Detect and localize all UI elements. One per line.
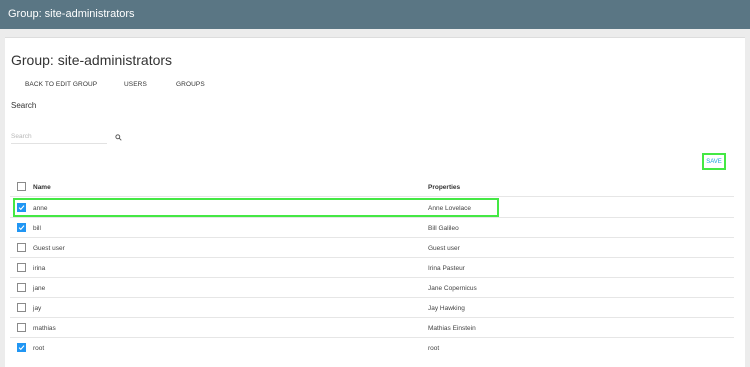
cell-name: Guest user — [33, 245, 65, 252]
row-checkbox-irina[interactable] — [17, 263, 26, 272]
cell-name: jay — [33, 305, 42, 312]
cell-name: mathias — [33, 325, 56, 332]
save-button[interactable]: SAVE — [702, 153, 726, 170]
back-to-edit-group-link[interactable]: BACK TO EDIT GROUP — [25, 81, 97, 88]
row-checkbox-root[interactable] — [17, 343, 26, 352]
cell-name: root — [33, 345, 45, 352]
cell-properties: Jay Hawking — [428, 305, 465, 312]
search-icon[interactable] — [115, 134, 122, 141]
row-divider — [10, 257, 734, 258]
row-divider — [10, 237, 734, 238]
select-all-checkbox[interactable] — [17, 182, 26, 191]
checkmark-icon — [18, 345, 25, 351]
row-checkbox-guest-user[interactable] — [17, 243, 26, 252]
tab-groups[interactable]: GROUPS — [176, 81, 205, 88]
cell-properties: Mathias Einstein — [428, 325, 476, 332]
checkmark-icon — [18, 205, 25, 211]
row-divider — [10, 297, 734, 298]
tab-users[interactable]: USERS — [124, 81, 147, 88]
cell-name: jane — [33, 285, 46, 292]
checkmark-icon — [18, 225, 25, 231]
row-divider — [10, 317, 734, 318]
cell-properties: Irina Pasteur — [428, 265, 465, 272]
header-divider — [10, 196, 734, 197]
cell-name: irina — [33, 265, 46, 272]
row-divider — [10, 277, 734, 278]
cell-properties: Bill Galileo — [428, 225, 459, 232]
column-header-properties[interactable]: Properties — [428, 184, 460, 191]
topbar-title: Group: site-administrators — [8, 8, 135, 20]
top-bar: Group: site-administrators — [0, 0, 750, 29]
main-panel: Group: site-administrators BACK TO EDIT … — [5, 37, 745, 367]
cell-properties: Jane Copernicus — [428, 285, 477, 292]
row-checkbox-bill[interactable] — [17, 223, 26, 232]
row-divider — [10, 337, 734, 338]
row-checkbox-anne[interactable] — [17, 203, 26, 212]
cell-properties: Guest user — [428, 245, 460, 252]
column-header-name[interactable]: Name — [33, 184, 51, 191]
cell-name: bill — [33, 225, 41, 232]
cell-name: anne — [33, 205, 48, 212]
page-title: Group: site-administrators — [11, 52, 173, 68]
selected-row-highlight — [13, 198, 499, 217]
search-heading: Search — [11, 101, 37, 110]
search-input[interactable] — [11, 130, 107, 144]
cell-properties: Anne Lovelace — [428, 205, 472, 212]
row-checkbox-mathias[interactable] — [17, 323, 26, 332]
row-divider — [10, 217, 734, 218]
row-checkbox-jay[interactable] — [17, 303, 26, 312]
cell-properties: root — [428, 345, 440, 352]
row-checkbox-jane[interactable] — [17, 283, 26, 292]
